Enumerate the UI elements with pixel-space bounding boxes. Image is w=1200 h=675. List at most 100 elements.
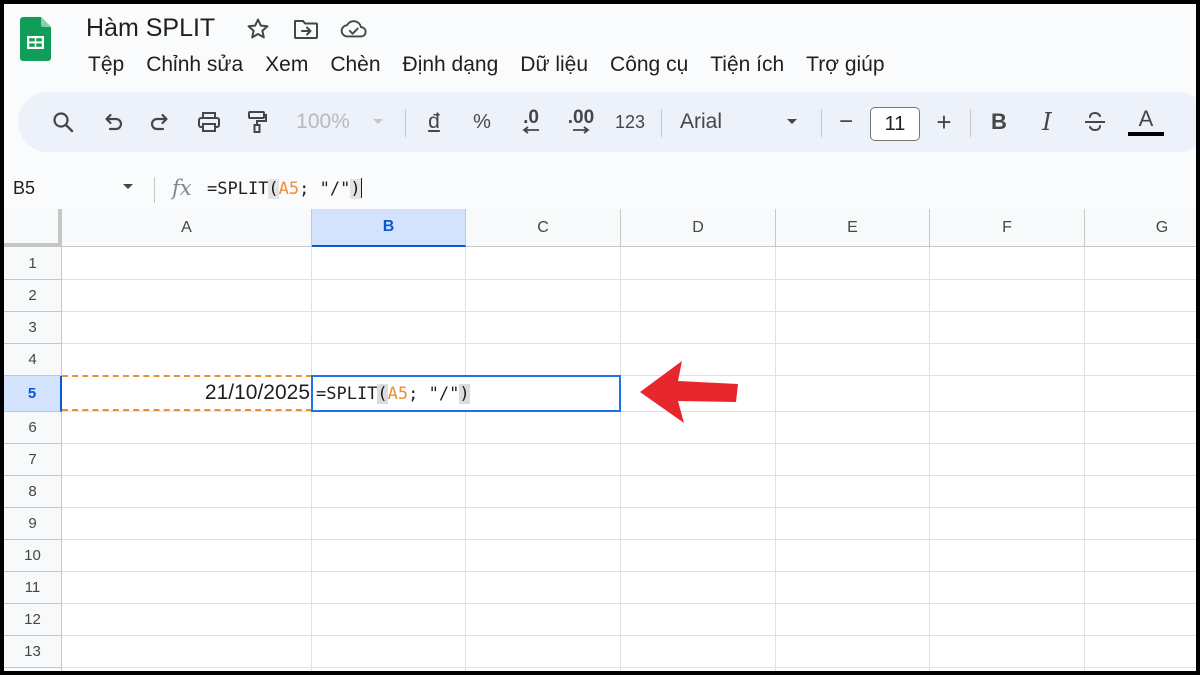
grid-line [62,475,1196,476]
row-header-1[interactable]: 1 [4,247,62,280]
font-dropdown-icon[interactable] [782,92,802,152]
cloud-saved-icon[interactable] [340,15,368,43]
column-header-a[interactable]: A [62,209,312,247]
grid-line [62,411,1196,412]
grid-line [62,311,1196,312]
formula-reference: A5 [278,179,300,199]
sheets-window: Hàm SPLIT Tệp Chỉnh sửa Xem Chèn Định dạ… [4,4,1196,671]
zoom-dropdown-icon[interactable] [368,92,388,152]
decrease-decimal-label: .0 [523,107,539,128]
document-title[interactable]: Hàm SPLIT [86,14,215,43]
row-header-5[interactable]: 5 [4,376,62,412]
paint-format-button[interactable] [240,92,274,152]
name-box-dropdown-icon[interactable] [122,183,134,191]
column-header-f[interactable]: F [930,209,1085,247]
cell-formula-reference: A5 [387,383,409,404]
increase-decimal-button[interactable]: .00 [564,92,598,152]
row-header-11[interactable]: 11 [4,572,62,604]
menu-extensions[interactable]: Tiện ích [698,49,794,81]
menu-view[interactable]: Xem [253,49,318,81]
grid-line [62,279,1196,280]
currency-format-button[interactable]: đ [420,92,448,152]
arrow-left-icon [522,126,539,134]
cell-a5[interactable]: 21/10/2025 [62,375,312,411]
row-header-14[interactable] [4,668,62,671]
grid-line [62,443,1196,444]
increase-font-size-button[interactable]: + [930,92,958,152]
column-header-g[interactable]: G [1085,209,1196,247]
percent-format-button[interactable]: % [468,92,496,152]
cell-b5-editor[interactable]: =SPLIT(A5; "/") [311,375,621,412]
fx-icon: fx [172,176,192,200]
search-menus-button[interactable] [46,92,80,152]
spreadsheet-grid: A B C D E F G 1 2 3 4 5 6 7 8 9 10 11 12… [4,209,1196,671]
redo-button[interactable] [143,92,177,152]
decrease-decimal-button[interactable]: .0 [514,92,548,152]
formula-arguments: ; "/" [299,179,351,199]
star-icon[interactable] [244,15,272,43]
menu-edit[interactable]: Chỉnh sửa [134,49,253,81]
font-size-input[interactable]: 11 [870,107,920,141]
zoom-value: 100% [296,110,350,133]
cell-formula-arguments: ; "/" [408,383,460,404]
text-caret [360,178,363,198]
column-header-e[interactable]: E [776,209,930,247]
row-header-10[interactable]: 10 [4,540,62,572]
strikethrough-button[interactable] [1080,92,1110,152]
cell-formula-paren-close: ) [459,383,470,404]
formula-bar-divider [154,177,155,203]
undo-icon [105,113,123,131]
cell-formula-paren-open: ( [377,383,388,404]
menu-insert[interactable]: Chèn [318,49,390,81]
zoom-select[interactable]: 100% [290,92,356,152]
column-header-c[interactable]: C [466,209,621,247]
grid-line [62,571,1196,572]
menu-format[interactable]: Định dạng [391,49,509,81]
text-color-swatch [1128,132,1164,136]
formula-input[interactable]: =SPLIT(A5; "/") [207,178,363,199]
currency-label: đ [428,110,440,133]
row-header-2[interactable]: 2 [4,280,62,312]
formula-paren-close: ) [350,179,361,199]
toolbar-divider [661,109,662,137]
column-header-b[interactable]: B [312,209,466,247]
print-button[interactable] [192,92,226,152]
row-header-8[interactable]: 8 [4,476,62,508]
row-header-12[interactable]: 12 [4,604,62,636]
font-select[interactable]: Arial [680,92,744,152]
move-to-folder-icon[interactable] [292,15,320,43]
grid-line [62,635,1196,636]
row-header-6[interactable]: 6 [4,412,62,444]
menu-file[interactable]: Tệp [76,49,134,81]
column-header-d[interactable]: D [621,209,776,247]
cell-formula-function: =SPLIT [316,383,378,404]
decrease-font-size-button[interactable]: − [832,92,860,152]
row-header-3[interactable]: 3 [4,312,62,344]
menu-bar: Tệp Chỉnh sửa Xem Chèn Định dạng Dữ liệu… [76,49,895,81]
toolbar-divider [405,109,406,137]
google-sheets-logo-icon[interactable] [20,17,51,61]
italic-button[interactable]: I [1033,92,1061,152]
menu-tools[interactable]: Công cụ [598,49,698,81]
row-header-7[interactable]: 7 [4,444,62,476]
print-icon [198,112,220,132]
menu-data[interactable]: Dữ liệu [508,49,598,81]
number-format-button[interactable]: 123 [612,92,648,152]
formula-bar: B5 fx =SPLIT(A5; "/") [4,169,1196,209]
name-box[interactable]: B5 [13,178,35,199]
formula-paren-open: ( [268,179,279,199]
row-header-9[interactable]: 9 [4,508,62,540]
paint-roller-icon [248,111,267,133]
font-name: Arial [680,110,723,133]
bold-button[interactable]: B [985,92,1013,152]
strikethrough-icon [1085,111,1105,132]
row-header-4[interactable]: 4 [4,344,62,376]
select-all-corner[interactable] [4,209,62,247]
menu-help[interactable]: Trợ giúp [794,49,894,81]
increase-decimal-label: .00 [567,107,595,128]
undo-button[interactable] [96,92,130,152]
text-color-button[interactable]: A [1126,92,1166,152]
grid-line [62,603,1196,604]
row-header-13[interactable]: 13 [4,636,62,668]
search-icon [53,112,74,133]
